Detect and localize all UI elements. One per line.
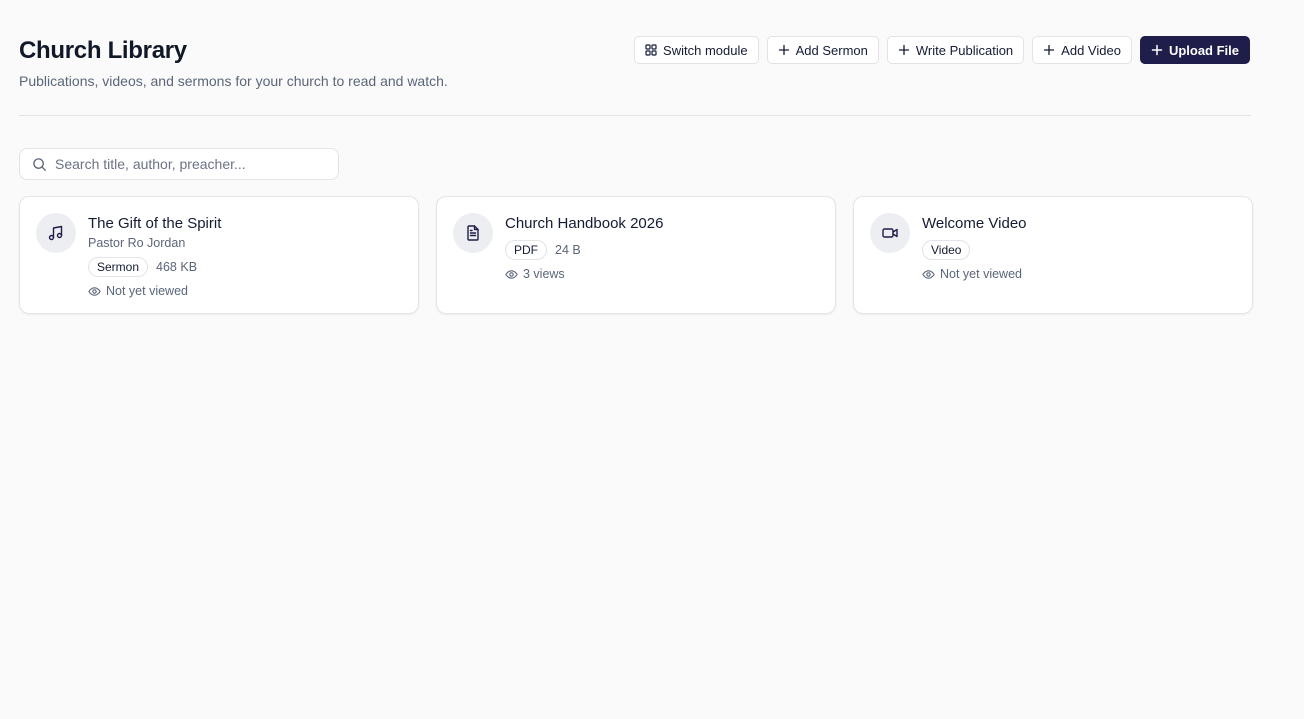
page-subtitle: Publications, videos, and sermons for yo… (19, 73, 448, 89)
library-grid: The Gift of the Spirit Pastor Ro Jordan … (19, 196, 1253, 314)
grid-icon (645, 44, 657, 56)
card-body: Church Handbook 2026 PDF 24 B 3 views (505, 214, 821, 284)
view-count: Not yet viewed (106, 284, 188, 298)
card-author: Pastor Ro Jordan (88, 236, 186, 250)
search-box[interactable] (19, 148, 339, 180)
type-badge: Video (922, 240, 971, 260)
add-video-label: Add Video (1061, 42, 1121, 58)
switch-module-label: Switch module (663, 42, 748, 58)
plus-icon (1151, 44, 1163, 56)
card-icon-container (453, 213, 493, 253)
file-size: 24 B (555, 243, 581, 257)
card-icon-container (870, 213, 910, 253)
search-input[interactable] (55, 156, 315, 172)
card-views: Not yet viewed (922, 264, 1238, 284)
document-icon (467, 225, 479, 241)
plus-icon (898, 44, 910, 56)
card-icon-container (36, 213, 76, 253)
card-meta: PDF 24 B (505, 240, 821, 260)
church-library-page: Church Library Publications, videos, and… (19, 0, 1253, 314)
add-video-button[interactable]: Add Video (1032, 36, 1132, 64)
type-badge: Sermon (88, 257, 149, 277)
header-actions: Switch module Add Sermon Write Publicati… (634, 36, 1250, 64)
file-size: 468 KB (156, 260, 198, 274)
eye-icon (505, 269, 518, 279)
card-meta: Sermon 468 KB (88, 257, 404, 277)
upload-file-button[interactable]: Upload File (1139, 36, 1250, 64)
card-meta: Video (922, 240, 1238, 260)
switch-module-button[interactable]: Switch module (634, 36, 759, 64)
card-views: Not yet viewed (88, 281, 404, 301)
card-body: Welcome Video Video Not yet viewed (922, 214, 1238, 284)
upload-file-label: Upload File (1168, 42, 1239, 58)
type-badge: PDF (505, 240, 547, 260)
write-publication-label: Write Publication (915, 42, 1014, 58)
plus-icon (1044, 44, 1055, 56)
write-publication-button[interactable]: Write Publication (886, 36, 1025, 64)
library-card-pdf[interactable]: Church Handbook 2026 PDF 24 B 3 views (436, 196, 836, 314)
view-count: 3 views (523, 267, 565, 281)
card-title: The Gift of the Spirit (88, 215, 222, 232)
library-card-video[interactable]: Welcome Video Video Not yet viewed (853, 196, 1253, 314)
library-card-sermon[interactable]: The Gift of the Spirit Pastor Ro Jordan … (19, 196, 419, 314)
eye-icon (88, 286, 101, 296)
card-body: The Gift of the Spirit Pastor Ro Jordan … (88, 214, 404, 301)
card-views: 3 views (505, 264, 821, 284)
card-title: Welcome Video (922, 215, 1027, 232)
page-title: Church Library (19, 37, 187, 64)
plus-icon (778, 44, 789, 56)
eye-icon (922, 269, 935, 279)
search-icon (33, 157, 46, 171)
page-header: Church Library Publications, videos, and… (19, 0, 1251, 116)
add-sermon-button[interactable]: Add Sermon (766, 36, 879, 64)
video-camera-icon (882, 228, 898, 238)
add-sermon-label: Add Sermon (795, 42, 868, 58)
view-count: Not yet viewed (940, 267, 1022, 281)
card-title: Church Handbook 2026 (505, 215, 664, 232)
music-note-icon (48, 225, 63, 241)
